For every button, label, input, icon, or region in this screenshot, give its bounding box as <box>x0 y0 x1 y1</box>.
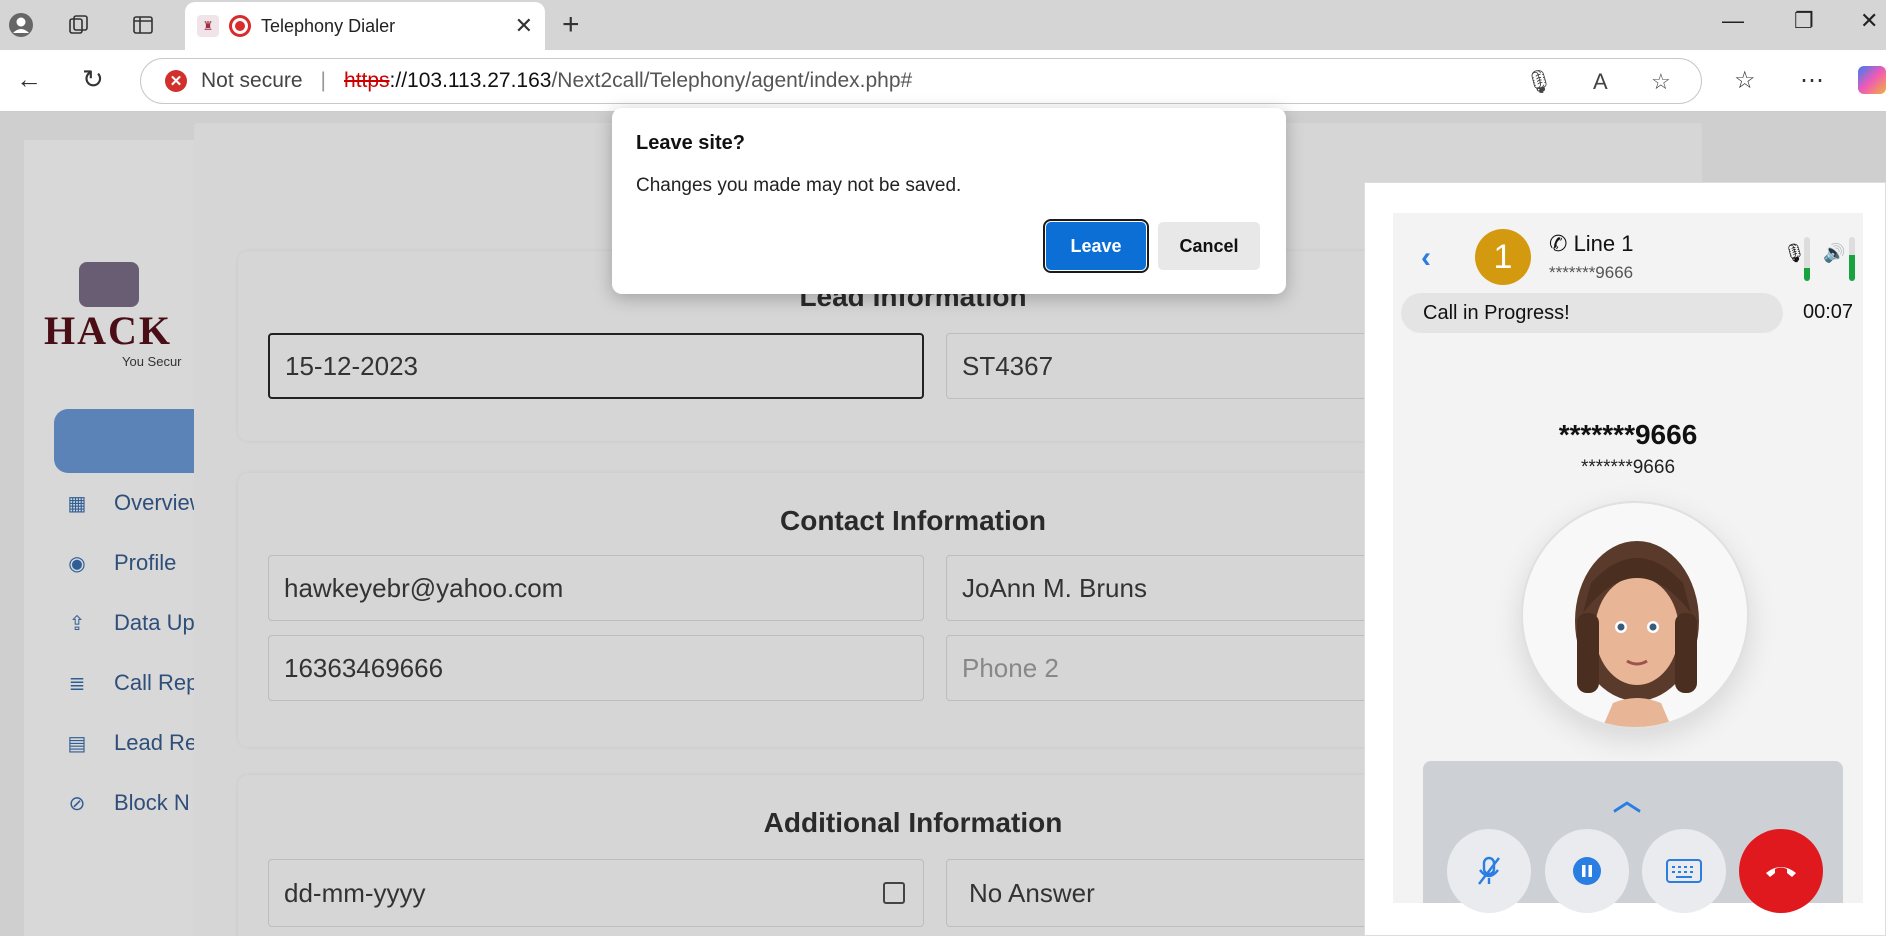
logo-tagline: You Secur <box>122 354 182 369</box>
favorites-icon[interactable]: ☆ <box>1734 66 1756 95</box>
url-separator: | <box>320 69 327 92</box>
call-timer: 00:07 <box>1803 301 1854 323</box>
line-number: *******9666 <box>1549 263 1634 282</box>
date-placeholder: dd-mm-yyyy <box>284 877 426 908</box>
workspaces-icon[interactable] <box>64 10 94 40</box>
active-tab[interactable]: ♜ Telephony Dialer ✕ <box>185 2 545 50</box>
block-icon: ⊘ <box>68 792 86 815</box>
mic-icon: 🎙 <box>1783 243 1806 263</box>
read-aloud-icon[interactable]: A <box>1593 69 1608 95</box>
refresh-icon[interactable]: ↻ <box>82 64 104 95</box>
sidebar-item-label: Profile <box>114 550 177 575</box>
call-panel: ‹ 1 ✆ Line 1 *******9666 🎙 🔊 Call in Pro… <box>1393 213 1863 913</box>
sidebar-item-label: Data Up <box>114 610 195 635</box>
dialog-message: Changes you made may not be saved. <box>636 175 962 196</box>
favorite-star-icon[interactable]: ☆ <box>1651 69 1671 95</box>
email-field[interactable]: hawkeyebr@yahoo.com <box>268 555 924 621</box>
sidebar-item-label: Block N <box>114 790 190 815</box>
url-bar[interactable]: ✕ Not secure | https ://103.113.27.163 /… <box>140 58 1702 104</box>
caller-avatar <box>1521 501 1749 729</box>
user-circle-icon: ◉ <box>68 552 86 575</box>
dialog-title: Leave site? <box>636 132 745 154</box>
calendar-icon[interactable] <box>883 882 905 904</box>
leave-site-dialog: Leave site? Changes you made may not be … <box>612 108 1286 294</box>
id-card-icon: ▤ <box>67 732 87 755</box>
sidebar-item-lead-report[interactable]: ▤ Lead Re <box>66 730 198 756</box>
new-tab-button[interactable]: + <box>562 8 580 42</box>
sidebar-item-label: Lead Re <box>114 730 198 755</box>
recording-icon <box>229 15 251 37</box>
caller-number: *******9666 <box>1558 419 1698 450</box>
logo-text: HACK <box>44 308 172 353</box>
followup-date-field[interactable]: dd-mm-yyyy <box>268 859 924 927</box>
site-favicon-icon: ♜ <box>197 15 219 37</box>
expand-up-icon[interactable]: ︿ <box>1613 779 1641 819</box>
line-badge: 1 <box>1475 229 1531 285</box>
voice-search-icon[interactable]: 🎙 <box>1525 69 1553 95</box>
call-status: Call in Progress! <box>1401 293 1783 333</box>
url-scheme: https <box>344 69 390 92</box>
mute-button[interactable] <box>1447 829 1531 913</box>
minimize-icon[interactable]: — <box>1722 8 1744 34</box>
sidebar-item-profile[interactable]: ◉ Profile <box>66 550 176 576</box>
logo-robot-icon <box>79 262 139 307</box>
tab-close-icon[interactable]: ✕ <box>515 13 533 39</box>
caller-subtitle: *******9666 <box>1580 457 1676 478</box>
sidebar-item-label: Overview <box>114 490 206 515</box>
leave-button[interactable]: Leave <box>1043 219 1149 273</box>
back-chevron-icon[interactable]: ‹ <box>1421 241 1431 275</box>
url-host: ://103.113.27.163 <box>389 69 552 92</box>
url-path: /Next2call/Telephony/agent/index.php# <box>551 69 913 92</box>
line-label: ✆ Line 1 <box>1549 231 1634 257</box>
sidebar-item-overview[interactable]: ▦ Overview <box>66 490 206 516</box>
address-toolbar: ← ↻ ✕ Not secure | https ://103.113.27.1… <box>0 50 1886 112</box>
tab-title: Telephony Dialer <box>261 15 396 36</box>
sidebar-item-data-upload[interactable]: ⇪ Data Up <box>66 610 195 636</box>
restore-icon[interactable]: ❐ <box>1794 8 1814 34</box>
sidebar <box>24 140 204 936</box>
call-controls: ︿ <box>1423 761 1843 913</box>
back-icon[interactable]: ← <box>16 64 42 95</box>
sidebar-item-block-number[interactable]: ⊘ Block N <box>66 790 190 816</box>
company-logo: HACK You Secur <box>44 262 194 369</box>
speaker-level-meter <box>1849 237 1855 281</box>
copilot-icon[interactable] <box>1858 66 1886 94</box>
grid-icon: ▦ <box>67 492 87 515</box>
sidebar-item-call-report[interactable]: ≣ Call Rep <box>66 670 199 696</box>
vertical-tabs-icon[interactable] <box>128 10 158 40</box>
end-call-button[interactable] <box>1739 829 1823 913</box>
tab-strip: ♜ Telephony Dialer ✕ + — ❐ ✕ <box>0 0 1886 50</box>
lead-date-field[interactable]: 15-12-2023 <box>268 333 924 399</box>
telephony-dialer-panel: ‹ 1 ✆ Line 1 *******9666 🎙 🔊 Call in Pro… <box>1364 182 1886 936</box>
sidebar-item-label: Call Rep <box>114 670 199 695</box>
upload-icon: ⇪ <box>68 612 86 635</box>
speaker-icon: 🔊 <box>1823 243 1846 263</box>
profile-icon[interactable] <box>6 10 36 40</box>
line-name: Line 1 <box>1573 231 1634 256</box>
more-menu-icon[interactable]: ⋯ <box>1800 66 1824 95</box>
hold-button[interactable] <box>1545 829 1629 913</box>
not-secure-icon: ✕ <box>165 70 187 92</box>
phone-icon: ✆ <box>1549 231 1568 256</box>
close-window-icon[interactable]: ✕ <box>1860 8 1878 34</box>
cancel-button[interactable]: Cancel <box>1158 222 1260 270</box>
not-secure-label[interactable]: Not secure <box>201 69 303 93</box>
phone1-field[interactable]: 16363469666 <box>268 635 924 701</box>
mic-level-meter <box>1804 237 1810 281</box>
keypad-button[interactable] <box>1642 829 1726 913</box>
database-icon: ≣ <box>68 672 86 695</box>
